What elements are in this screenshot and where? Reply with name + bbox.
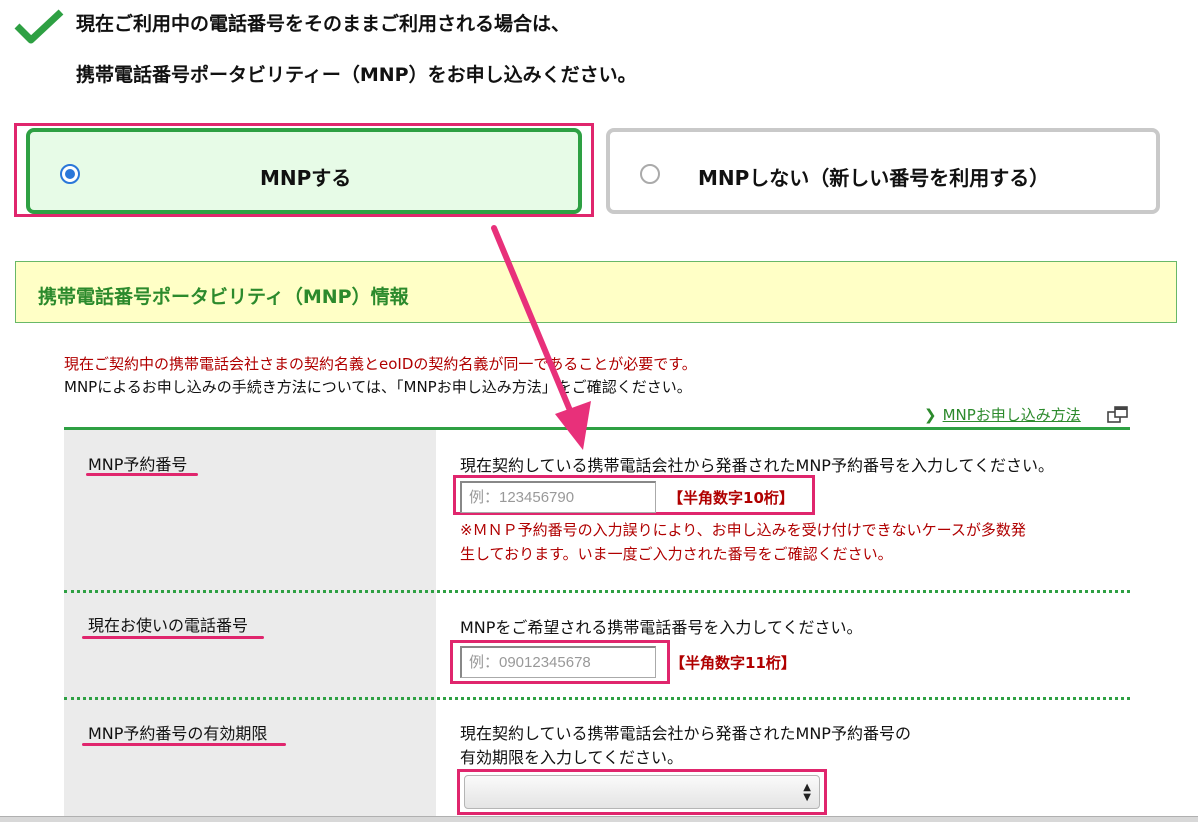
mnp-no-label: MNPしない（新しい番号を利用する）: [698, 166, 1050, 190]
mnp-no-option[interactable]: MNPしない（新しい番号を利用する）: [606, 128, 1160, 214]
radio-unselected-icon[interactable]: [640, 164, 660, 184]
status-bar: [0, 816, 1198, 822]
mnp-procedure-link[interactable]: ❯ MNPお申し込み方法: [924, 404, 1081, 425]
reservation-number-label: MNP予約番号: [88, 455, 188, 474]
current-phone-hint: 【半角数字11桁】: [670, 654, 796, 672]
annotation-underline: [86, 473, 198, 476]
procedure-notice: MNPによるお申し込みの手続き方法については、「MNPお申し込み方法」をご確認く…: [64, 378, 692, 396]
checkmark-icon: [14, 9, 64, 44]
current-phone-input[interactable]: [460, 646, 656, 678]
row-separator: [64, 697, 1130, 700]
select-arrows-icon: ▲ ▼: [803, 782, 811, 803]
reservation-number-description: 現在契約している携帯電話会社から発番されたMNP予約番号を入力してください。: [460, 456, 1054, 475]
section-title: 携帯電話番号ポータビリティ（MNP）情報: [38, 286, 409, 308]
reservation-number-input[interactable]: [460, 481, 656, 513]
external-window-icon[interactable]: [1107, 406, 1129, 424]
current-phone-label: 現在お使いの電話番号: [88, 616, 249, 635]
mnp-yes-option[interactable]: MNPする: [26, 128, 582, 214]
radio-selected-icon[interactable]: [60, 164, 80, 184]
current-phone-description: MNPをご希望される携帯電話番号を入力してください。: [460, 618, 863, 637]
mnp-procedure-link-label[interactable]: MNPお申し込み方法: [943, 406, 1081, 424]
chevron-right-icon: ❯: [924, 406, 937, 424]
reservation-warning-line1: ※ＭＮＰ予約番号の入力誤りにより、お申し込みを受け付けできないケースが多数発: [460, 521, 1026, 539]
contract-name-notice: 現在ご契約中の携帯電話会社さまの契約名義とeoIDの契約名義が同一であることが必…: [64, 355, 697, 373]
annotation-underline: [82, 743, 286, 746]
reservation-warning-line2: 生しております。いま一度ご入力された番号をご確認ください。: [460, 545, 893, 563]
expiry-date-select[interactable]: ▲ ▼: [464, 775, 820, 809]
intro-text-line2: 携帯電話番号ポータビリティー（MNP）をお申し込みください。: [76, 64, 637, 86]
intro-text-line1: 現在ご利用中の電話番号をそのままご利用される場合は、: [76, 13, 571, 35]
mnp-yes-label: MNPする: [260, 166, 352, 190]
section-header: 携帯電話番号ポータビリティ（MNP）情報: [15, 261, 1177, 323]
expiry-description-line1: 現在契約している携帯電話会社から発番されたMNP予約番号の: [460, 724, 911, 743]
expiry-date-label: MNP予約番号の有効期限: [88, 724, 268, 743]
annotation-underline: [82, 636, 264, 639]
reservation-number-hint: 【半角数字10桁】: [668, 489, 794, 507]
expiry-description-line2: 有効期限を入力してください。: [460, 748, 684, 767]
row-separator: [64, 590, 1130, 593]
